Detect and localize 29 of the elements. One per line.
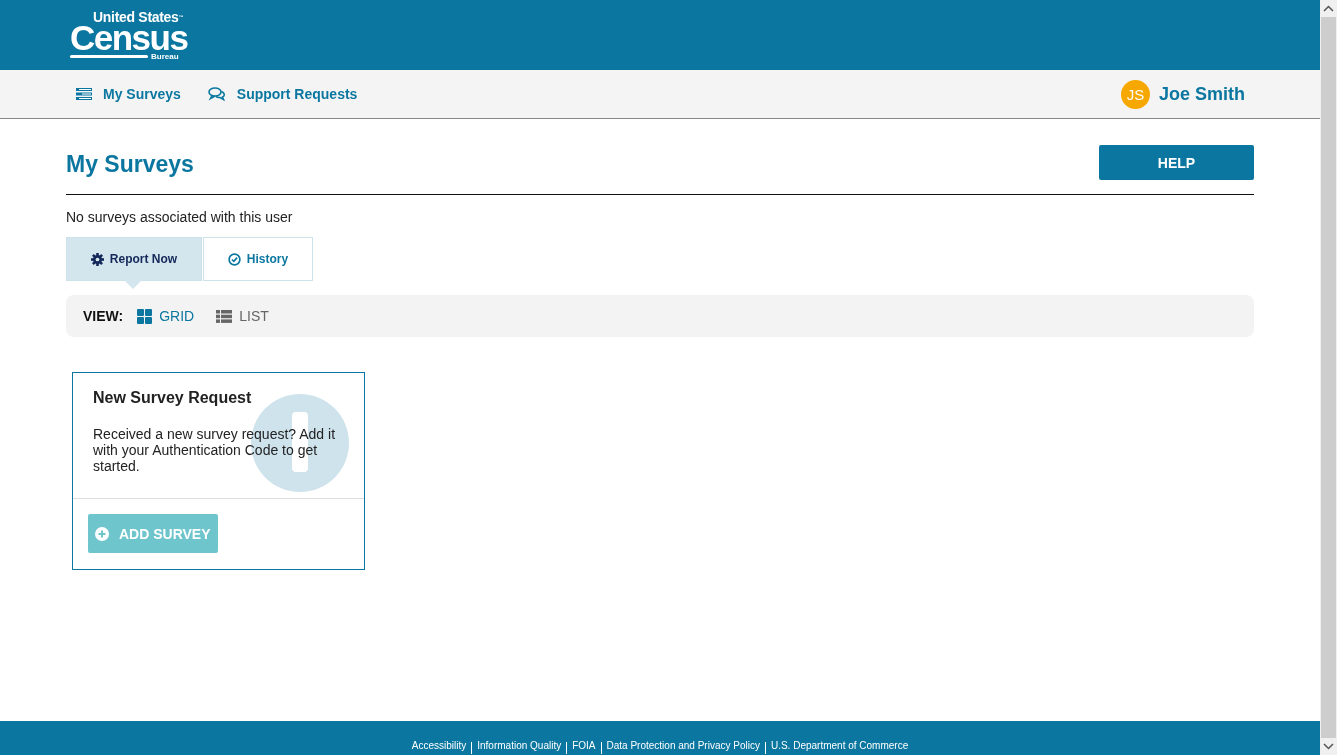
footer-link[interactable]: U.S. Department of Commerce [770, 740, 909, 752]
view-label: VIEW: [83, 308, 124, 324]
view-option[interactable]: GRID [137, 308, 195, 324]
help-button[interactable]: HELP [1099, 145, 1254, 180]
nav-link[interactable]: My Surveys [76, 86, 181, 102]
card-title: New Survey Request [93, 389, 253, 407]
list-icon [76, 88, 92, 100]
check-circle-icon [227, 252, 241, 266]
logo-wordmark: Census [70, 24, 188, 52]
tab[interactable]: History [203, 237, 313, 281]
empty-message: No surveys associated with this user [66, 209, 294, 225]
list-icon [216, 309, 233, 323]
chat-icon [207, 87, 226, 101]
scrollbar-thumb[interactable] [1321, 17, 1336, 738]
user-name[interactable]: Joe Smith [1158, 83, 1245, 105]
page-title: My Surveys [66, 151, 194, 178]
footer-link[interactable]: Accessibility [411, 740, 467, 752]
logo-text: United States [93, 9, 179, 25]
nav-link[interactable]: Support Requests [207, 86, 358, 102]
gear-icon [90, 252, 104, 266]
footer-link[interactable]: FOIA [572, 740, 596, 752]
scrollbar[interactable] [1320, 0, 1337, 755]
card-text: Received a new survey request? Add it with your Authentication Code to get started. [93, 426, 337, 474]
footer-link[interactable]: Information Quality [477, 740, 562, 752]
logo-subtext: Bureau [151, 52, 179, 61]
plus-circle-icon [95, 526, 109, 541]
footer-link[interactable]: Data Protection and Privacy Policy [606, 740, 760, 752]
view-option[interactable]: LIST [216, 308, 269, 324]
grid-icon [137, 308, 153, 324]
